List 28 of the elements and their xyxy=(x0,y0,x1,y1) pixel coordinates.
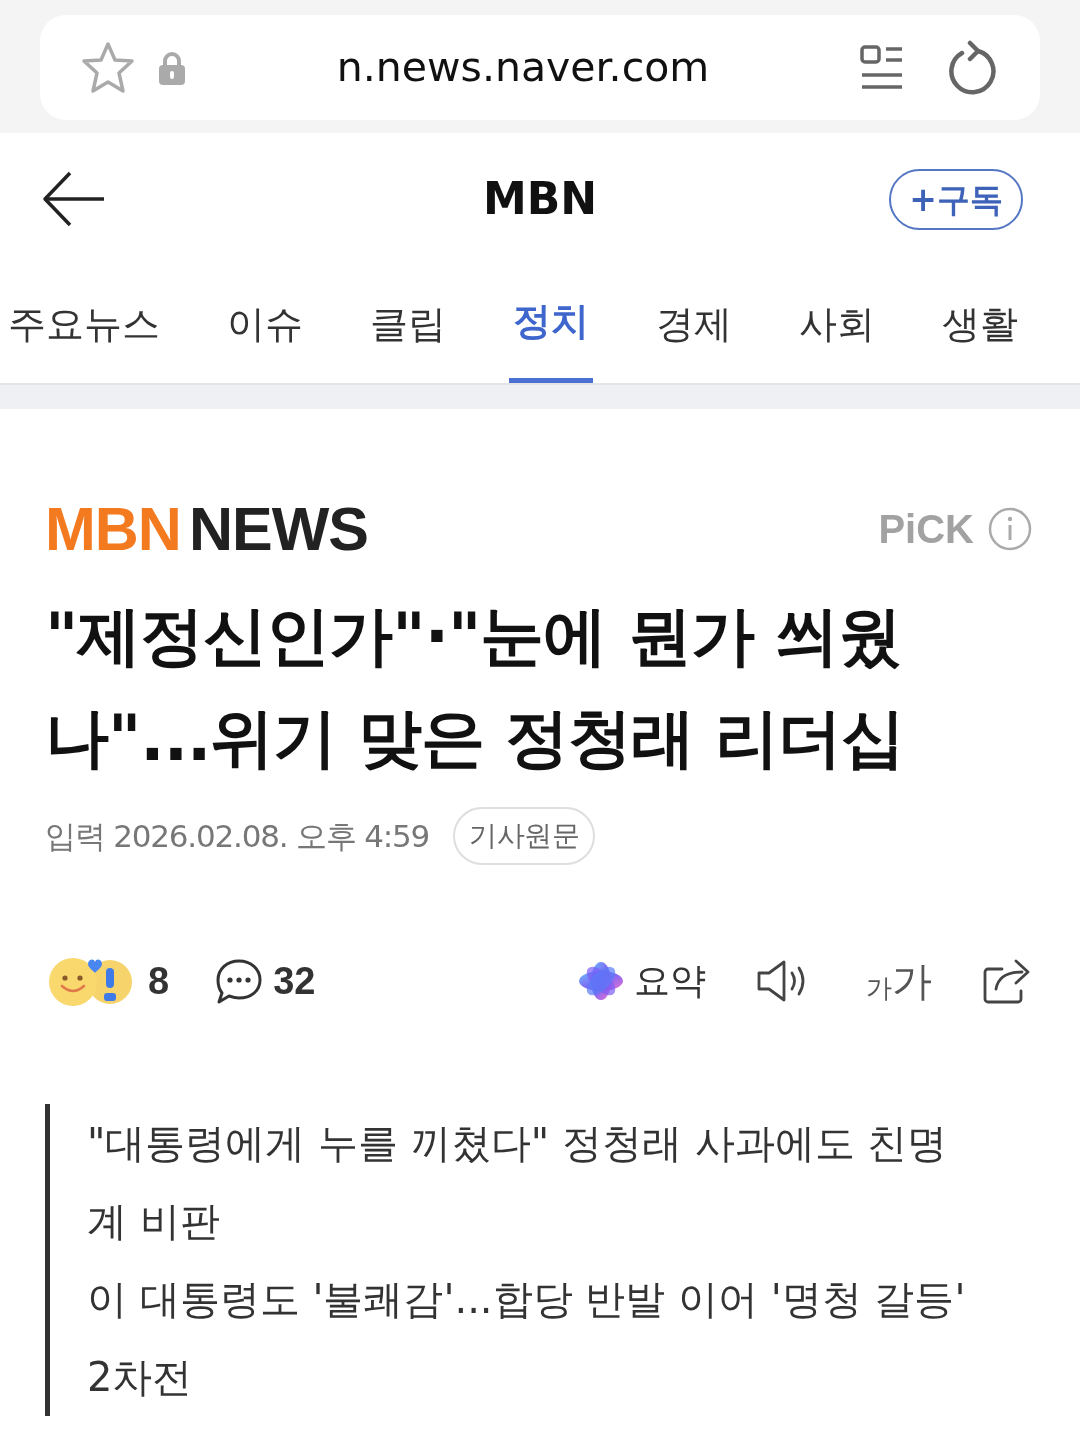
refresh-icon[interactable] xyxy=(946,39,998,96)
original-article-button[interactable]: 기사원문 xyxy=(453,807,596,865)
article-headline: "제정신인가"·"눈에 뭔가 씌웠나"...위기 맞은 정청래 리더십 xyxy=(45,598,906,777)
font-size-button[interactable]: 가가 xyxy=(866,961,932,1001)
category-tab[interactable]: 경제 xyxy=(652,265,736,383)
category-tab[interactable]: 클립 xyxy=(366,265,450,383)
press-logo-text: MBN xyxy=(45,498,181,560)
flower-icon xyxy=(578,961,624,1001)
reader-mode-icon[interactable] xyxy=(860,44,904,91)
related-article-link[interactable]: 이 대통령도 '불쾌감'...합당 반발 이어 '명청 갈등' 2차전 xyxy=(87,1260,987,1416)
lock-icon xyxy=(158,50,186,85)
pick-label: PiCK xyxy=(878,506,974,553)
star-icon[interactable] xyxy=(80,40,136,95)
category-tab[interactable]: 이슈 xyxy=(223,265,307,383)
publish-date: 입력 2026.02.08. 오후 4:59 xyxy=(45,816,430,856)
reaction-emoji-icon[interactable] xyxy=(48,956,134,1006)
category-tab[interactable]: 사회 xyxy=(795,265,879,383)
share-icon[interactable] xyxy=(982,957,1032,1005)
related-article-link[interactable]: "대통령에게 누를 끼쳤다" 정청래 사과에도 친명계 비판 xyxy=(87,1104,987,1260)
summary-button[interactable]: 요약 xyxy=(578,954,706,1008)
press-title: MBN xyxy=(482,172,598,226)
press-logo-text: NEWS xyxy=(188,498,368,560)
subscribe-button[interactable]: +구독 xyxy=(889,168,1023,230)
comment-count: 32 xyxy=(273,958,316,1004)
category-tab[interactable]: 주요뉴스 xyxy=(4,265,164,383)
comment-icon[interactable] xyxy=(215,958,264,1004)
reaction-count: 8 xyxy=(148,958,170,1004)
category-tab[interactable]: 생활 xyxy=(938,265,1022,383)
